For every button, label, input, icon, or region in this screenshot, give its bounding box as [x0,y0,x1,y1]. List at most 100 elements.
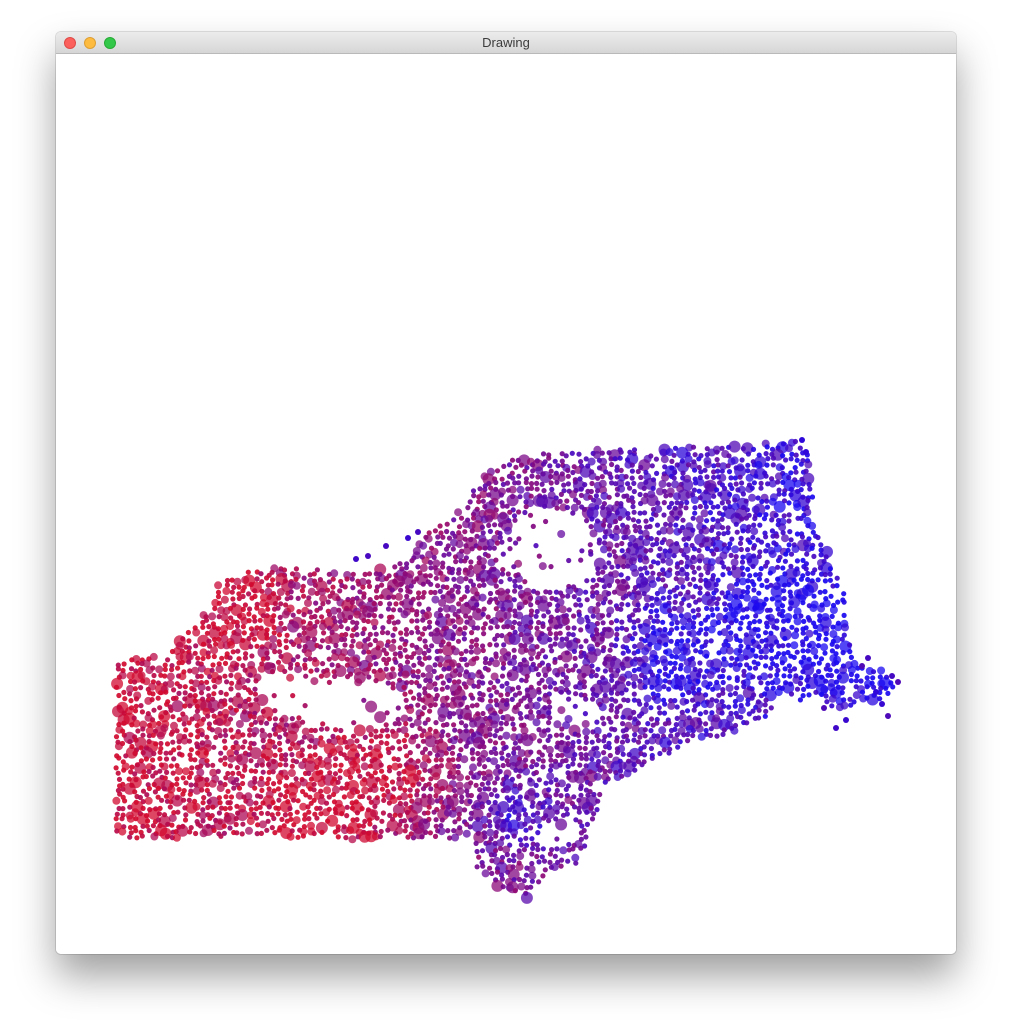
map-point [396,770,402,777]
map-point [265,655,271,661]
map-point [823,636,829,642]
map-point [494,468,501,474]
map-point [487,528,493,534]
map-point [410,673,417,679]
map-point [461,594,468,600]
map-point [800,642,806,648]
map-point [300,719,306,725]
map-point [534,480,540,486]
map-point [482,834,488,840]
map-point [372,824,378,830]
map-point [768,647,775,654]
map-point [523,827,529,833]
map-point [282,668,288,675]
map-point [347,671,354,677]
map-point [186,738,193,744]
map-point [383,543,389,549]
map-point [409,558,415,564]
map-point [547,767,554,773]
map-point [283,644,289,651]
map-point [300,833,306,839]
map-point [628,557,637,566]
map-point [121,661,127,667]
map-point [481,744,487,750]
map-point [482,764,488,770]
map-point [439,733,445,739]
map-point [832,635,841,644]
map-point [642,733,648,739]
map-point [633,528,639,534]
map-point [234,623,241,629]
map-point [140,726,146,732]
drawing-canvas[interactable] [56,54,956,954]
map-point [223,794,229,800]
map-point [215,768,221,775]
map-point [212,684,218,690]
map-point [252,618,258,624]
map-point [725,684,734,692]
map-point [547,752,554,758]
map-point [523,479,529,486]
map-point [469,763,477,772]
map-point [225,788,231,794]
map-point [602,534,608,540]
map-point [445,828,451,834]
map-point [794,581,800,587]
map-point [498,726,504,732]
map-point [757,618,763,624]
map-point [414,792,420,798]
map-point [691,576,697,582]
map-point [660,595,666,601]
map-point [546,710,552,716]
map-point [240,606,246,613]
map-point [583,735,590,741]
map-point [458,651,464,657]
map-point [276,588,285,596]
map-point [801,618,807,625]
map-point [597,791,603,798]
map-point [623,626,630,633]
map-point [564,504,570,511]
map-point [536,689,542,695]
map-point [706,598,715,607]
map-point [739,559,746,565]
map-point [504,691,511,698]
map-point [162,666,168,673]
map-point [223,732,229,738]
map-point [641,752,648,758]
map-point [562,617,570,625]
map-point [471,493,477,499]
map-point [763,654,769,660]
map-point [719,468,725,474]
map-point [504,680,510,687]
map-point [877,696,883,702]
map-point [427,726,433,733]
map-point [218,750,224,756]
map-point [419,834,425,840]
map-point [494,775,500,782]
map-point [302,657,308,663]
map-point [756,590,762,596]
map-point [290,657,296,663]
map-point [711,463,717,469]
map-point [287,665,294,671]
map-point [416,655,422,661]
map-point [588,524,594,530]
map-point [775,606,781,612]
map-point [579,755,585,761]
map-point [756,644,762,650]
map-point [695,701,701,707]
map-point [737,474,743,480]
map-point [403,801,409,807]
map-point [222,587,231,595]
map-point [505,571,511,577]
map-point [458,701,464,707]
map-point [619,601,625,607]
title-bar[interactable]: Drawing [56,32,956,54]
map-point [222,701,228,707]
map-point [386,619,392,625]
map-point [479,781,485,787]
map-point [187,829,193,835]
map-point [794,649,800,655]
map-point [535,846,541,853]
